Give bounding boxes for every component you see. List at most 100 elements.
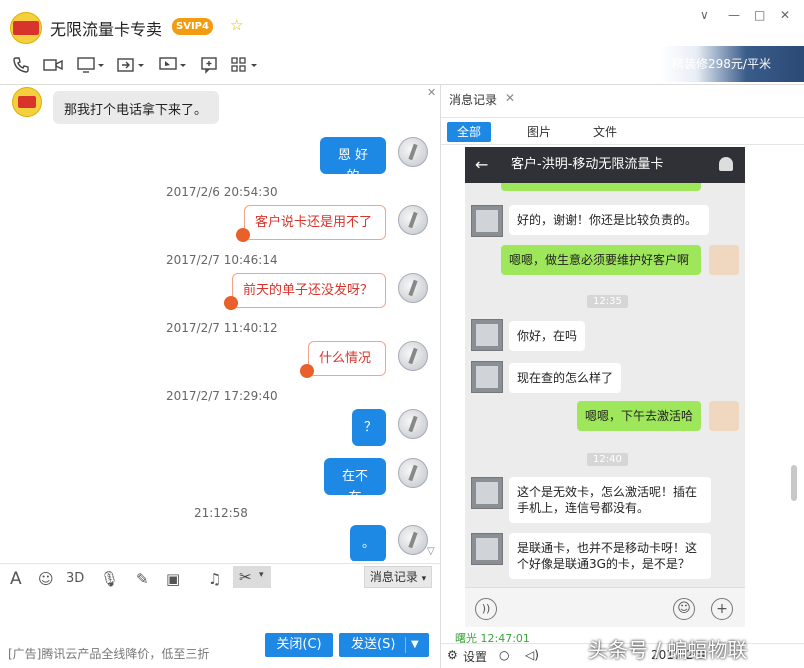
title-bar: 无限流量卡专卖 SVIP4 ☆ ∨ — □ ✕ — [0, 0, 804, 46]
scissors-icon: ✂ — [239, 568, 252, 586]
red-packet-icon — [300, 364, 314, 378]
red-packet-icon — [224, 296, 238, 310]
phone-message-in: 好的，谢谢！你还是比较负责的。 — [509, 205, 709, 235]
microphone-icon[interactable]: 🎙 — [100, 570, 119, 588]
self-avatar[interactable] — [398, 205, 428, 235]
message-out: 在不在 — [324, 458, 386, 505]
font-icon[interactable]: A — [10, 570, 22, 588]
phone-input-bar: )) ☺ + — [465, 587, 745, 627]
partial-bubble — [501, 183, 701, 191]
message-out-red: 客户说卡还是用不了 — [244, 205, 386, 240]
remote-desktop-icon[interactable] — [158, 54, 188, 76]
phone-message-in: 你好，在吗 — [509, 321, 586, 351]
peer-avatar[interactable] — [12, 87, 42, 117]
phone-message-out: 嗯嗯，做生意必须要维护好客户啊 — [501, 245, 701, 275]
timestamp: 21:12:58 — [194, 506, 248, 520]
settings-icon[interactable]: ⚙ — [447, 648, 458, 662]
phone-self-avatar — [709, 245, 739, 275]
phone-message-in: 这个是无效卡，怎么激活呢！插在手机上，连信号都没有。 — [509, 477, 711, 523]
screenshot-button[interactable]: ✂ ▾ — [233, 566, 271, 588]
dropdown-icon[interactable]: ∨ — [700, 8, 709, 22]
plus-icon: + — [711, 598, 733, 620]
timestamp: 2017/2/7 10:46:14 — [166, 253, 278, 267]
message-record-panel: 消息记录 ✕ 全部 图片 文件 ← 客户-洪明-移动无限流量卡 好的，谢谢！你还… — [441, 85, 804, 668]
phone-timestamp: 12:35 — [587, 295, 628, 308]
self-avatar[interactable] — [398, 525, 428, 555]
top-toolbar — [0, 50, 660, 80]
minimize-button[interactable]: — — [728, 8, 740, 22]
comment-icon[interactable] — [198, 54, 220, 76]
message-record-button[interactable]: 消息记录 ▾ — [364, 566, 432, 588]
phone-peer-avatar — [471, 205, 503, 237]
message-out-red: 什么情况 — [308, 341, 386, 376]
filter-tab-all[interactable]: 全部 — [447, 122, 492, 142]
vip-badge[interactable]: SVIP4 — [172, 18, 213, 35]
panel-tab-message-record[interactable]: 消息记录 — [449, 91, 497, 108]
user-icon — [719, 157, 733, 171]
self-avatar[interactable] — [398, 458, 428, 488]
magic-emoji-icon[interactable]: 3D — [66, 570, 84, 588]
emoji-icon: ☺ — [673, 598, 695, 620]
red-packet-icon — [236, 228, 250, 242]
timestamp: 2017/2/7 17:29:40 — [166, 389, 278, 403]
message-in: 那我打个电话拿下来了。 — [53, 91, 219, 124]
self-avatar[interactable] — [398, 409, 428, 439]
screen-share-icon[interactable] — [76, 54, 106, 76]
send-options-chevron-icon[interactable]: ▼ — [411, 633, 419, 657]
phone-message-in: 现在查的怎么样了 — [509, 363, 622, 393]
contact-avatar[interactable] — [10, 12, 42, 44]
close-icon[interactable]: ✕ — [505, 91, 515, 105]
footer-ad[interactable]: [广告]腾讯云产品全线降价，低至三折 — [8, 645, 209, 662]
phone-peer-avatar — [471, 361, 503, 393]
collapse-icon[interactable]: ✕ — [427, 86, 436, 99]
timestamp: 2017/2/7 11:40:12 — [166, 321, 278, 335]
self-avatar[interactable] — [398, 137, 428, 167]
maximize-button[interactable]: □ — [754, 8, 765, 22]
window-title: 无限流量卡专卖 — [50, 20, 163, 39]
send-button-label: 发送(S) — [351, 637, 396, 652]
message-out: 恩 好的 — [320, 137, 386, 184]
doodle-icon[interactable]: ✎ — [136, 570, 149, 588]
panel-scrollbar[interactable] — [791, 465, 797, 501]
self-avatar[interactable] — [398, 341, 428, 371]
speaker-icon[interactable]: ◁) — [525, 648, 539, 662]
video-icon[interactable] — [42, 54, 64, 76]
phone-message-in: 是联通卡，也并不是移动卡呀！这个好像是联通3G的卡，是不是？ — [509, 533, 711, 579]
music-icon[interactable]: ♫ — [208, 570, 221, 588]
image-icon[interactable]: ▣ — [166, 570, 180, 588]
phone-peer-avatar — [471, 319, 503, 351]
close-window-button[interactable]: ✕ — [780, 8, 790, 22]
phone-peer-avatar — [471, 477, 503, 509]
self-avatar[interactable] — [398, 273, 428, 303]
scroll-down-icon[interactable]: ▽ — [427, 546, 435, 557]
back-arrow-icon: ← — [475, 155, 489, 174]
phone-chat-title: 客户-洪明-移动无限流量卡 — [511, 157, 664, 172]
settings-label[interactable]: 设置 — [463, 648, 487, 665]
chevron-down-icon: ▾ — [421, 574, 427, 584]
star-icon[interactable]: ☆ — [230, 16, 243, 34]
watermark: 头条号 / 蝙蝠物联 — [588, 638, 748, 662]
search-icon[interactable]: ○ — [499, 648, 509, 662]
phone-message-out: 嗯嗯，下午去激活哈 — [577, 401, 702, 431]
phone-header: ← 客户-洪明-移动无限流量卡 — [465, 147, 745, 183]
phone-icon[interactable] — [10, 54, 32, 76]
voice-icon: )) — [475, 598, 497, 620]
ad-banner[interactable]: 精装修298元/平米 — [660, 46, 804, 82]
message-out: 。 — [350, 525, 386, 561]
apps-icon[interactable] — [230, 54, 260, 76]
close-button[interactable]: 关闭(C) — [265, 633, 333, 657]
phone-self-avatar — [709, 401, 739, 431]
send-button[interactable]: 发送(S) ▼ — [339, 633, 429, 657]
timestamp: 2017/2/6 20:54:30 — [166, 185, 278, 199]
phone-timestamp: 12:40 — [587, 453, 628, 466]
ad-banner-text: 精装修298元/平米 — [672, 57, 771, 71]
filter-tab-images[interactable]: 图片 — [517, 122, 561, 142]
phone-screenshot-image: ← 客户-洪明-移动无限流量卡 好的，谢谢！你还是比较负责的。 嗯嗯，做生意必须… — [465, 147, 745, 627]
message-out-red: 前天的单子还没发呀？ — [232, 273, 386, 308]
filter-bar: 全部 图片 文件 — [441, 117, 804, 145]
filter-tab-files[interactable]: 文件 — [583, 122, 627, 142]
chat-history[interactable]: 那我打个电话拿下来了。 恩 好的 2017/2/6 20:54:30 客户说卡还… — [0, 85, 440, 561]
chevron-down-icon: ▾ — [259, 570, 264, 580]
emoji-icon[interactable]: ☺ — [38, 570, 54, 588]
file-transfer-icon[interactable] — [116, 54, 146, 76]
